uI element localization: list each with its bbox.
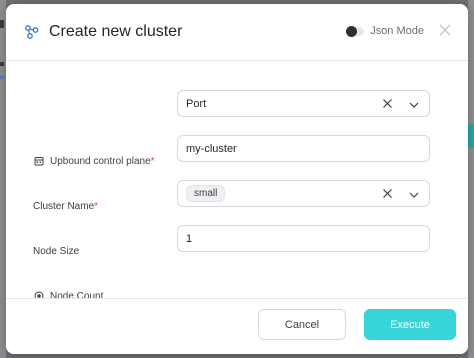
execute-button[interactable]: Execute — [364, 309, 456, 340]
node-size-select[interactable]: small — [177, 180, 430, 207]
control-plane-select[interactable]: Port — [177, 90, 430, 117]
json-mode-toggle[interactable]: Json Mode — [346, 25, 424, 37]
dialog-footer: Cancel Execute — [6, 298, 468, 354]
dialog-header: Create new cluster Json Mode — [6, 4, 468, 61]
required-marker: * — [150, 155, 155, 167]
clear-icon[interactable] — [382, 98, 393, 109]
cluster-icon — [24, 24, 40, 40]
field-label-text: Upbound control plane — [50, 155, 151, 167]
toggle-switch[interactable] — [346, 25, 365, 37]
close-icon[interactable] — [438, 23, 452, 37]
chevron-down-icon[interactable] — [409, 100, 419, 108]
toggle-knob — [346, 25, 358, 37]
node-count-field[interactable] — [186, 232, 421, 245]
json-mode-label: Json Mode — [370, 25, 424, 37]
backdrop-accent — [468, 124, 474, 148]
cluster-name-input[interactable] — [177, 135, 430, 162]
building-icon — [33, 156, 44, 167]
cluster-name-field[interactable] — [186, 142, 421, 155]
cancel-button[interactable]: Cancel — [258, 309, 346, 340]
required-marker: * — [94, 200, 99, 212]
field-label-text: Node Size — [33, 245, 80, 257]
selected-chip: small — [186, 185, 226, 202]
node-count-input[interactable] — [177, 225, 430, 252]
field-label-text: Cluster Name — [33, 200, 95, 212]
backdrop-mark — [0, 20, 4, 28]
backdrop-mark — [0, 62, 4, 66]
field-label: Upbound control plane * — [33, 147, 155, 175]
dialog-title: Create new cluster — [49, 23, 183, 40]
field-label: Cluster Name * — [33, 192, 98, 220]
chevron-down-icon[interactable] — [409, 190, 419, 198]
select-value: Port — [186, 97, 207, 110]
backdrop-right — [468, 0, 474, 358]
field-label: Node Size — [33, 237, 79, 265]
create-cluster-dialog: Create new cluster Json Mode Upbound con… — [6, 4, 468, 354]
clear-icon[interactable] — [382, 188, 393, 199]
backdrop-mark — [0, 76, 4, 79]
